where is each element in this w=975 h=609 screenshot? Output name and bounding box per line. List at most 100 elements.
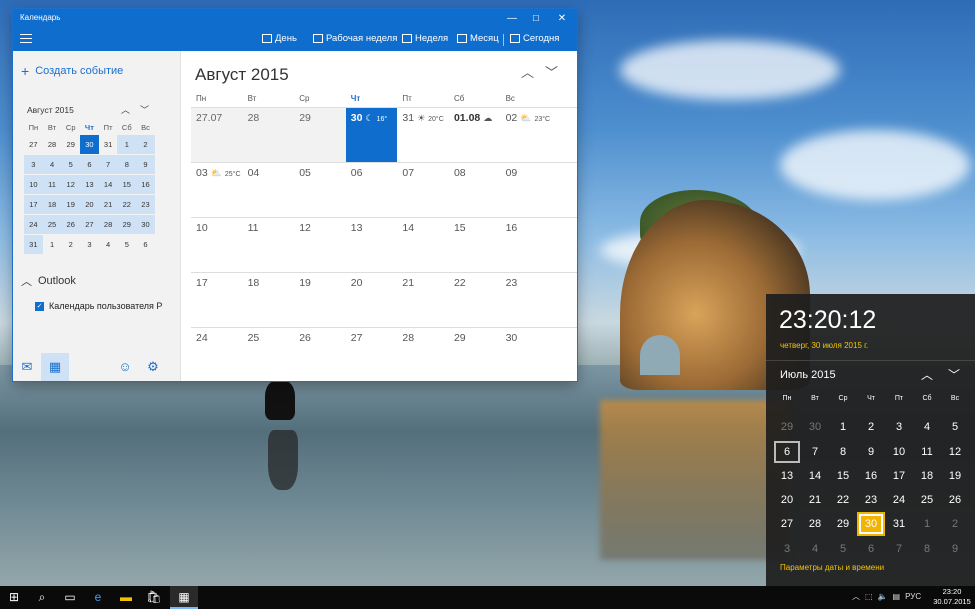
mini-day-cell[interactable]: 14 [98, 175, 118, 194]
mini-day-cell[interactable]: 1 [117, 135, 137, 154]
mini-day-cell[interactable]: 10 [24, 175, 43, 194]
day-cell[interactable]: 09 [501, 163, 553, 217]
flyout-day-cell[interactable]: 9 [857, 440, 885, 464]
mini-day-cell[interactable]: 20 [80, 195, 99, 214]
flyout-day-cell[interactable]: 22 [829, 488, 857, 512]
day-cell[interactable]: 27.07 [191, 108, 243, 162]
mini-day-cell[interactable]: 21 [98, 195, 118, 214]
flyout-prev-month-icon[interactable]: ︿ [921, 366, 933, 383]
flyout-day-cell[interactable]: 31 [885, 512, 913, 536]
day-cell[interactable]: 30 ☾ 16° [345, 108, 398, 162]
day-view-button[interactable]: День [262, 33, 297, 44]
language-indicator[interactable]: РУС [905, 592, 921, 601]
flyout-day-cell[interactable]: 30 [857, 512, 885, 537]
minimize-button[interactable]: — [499, 9, 525, 29]
mini-day-cell[interactable]: 29 [61, 135, 80, 154]
flyout-day-cell[interactable]: 15 [829, 464, 857, 488]
flyout-day-cell[interactable]: 8 [913, 537, 941, 561]
clock-date-link[interactable]: четверг, 30 июля 2015 г. [780, 341, 868, 350]
flyout-day-cell[interactable]: 7 [801, 440, 829, 464]
day-cell[interactable]: 26 [294, 328, 346, 382]
day-cell[interactable]: 05 [294, 163, 346, 217]
mini-next-month-icon[interactable]: ﹀ [140, 103, 149, 116]
day-cell[interactable]: 16 [501, 218, 553, 272]
mini-day-cell[interactable]: 19 [61, 195, 81, 214]
calendar-app-taskbar-icon[interactable]: ▦ [170, 586, 198, 609]
mini-prev-month-icon[interactable]: ︿ [121, 103, 130, 116]
mini-day-cell[interactable]: 2 [136, 135, 155, 154]
flyout-day-cell[interactable]: 28 [801, 512, 829, 536]
mini-day-cell[interactable]: 5 [61, 155, 81, 174]
calendar-window[interactable]: Календарь — ☐ ✕ День Рабочая неделя Неде… [13, 9, 577, 381]
flyout-day-cell[interactable]: 8 [829, 440, 857, 464]
mini-day-cell[interactable]: 24 [24, 215, 43, 234]
flyout-day-cell[interactable]: 20 [773, 488, 801, 512]
day-cell[interactable]: 03 ⛅ 25°C [191, 163, 243, 217]
day-cell[interactable]: 15 [449, 218, 501, 272]
day-cell[interactable]: 02 ⛅ 23°C [501, 108, 553, 162]
prev-month-icon[interactable]: ︿ [521, 62, 534, 81]
mini-day-cell[interactable]: 3 [80, 235, 99, 254]
flyout-day-cell[interactable]: 5 [941, 415, 969, 439]
day-cell[interactable]: 28 [397, 328, 449, 382]
flyout-day-cell[interactable]: 6 [773, 440, 801, 464]
calendar-icon[interactable]: ▦ [41, 353, 69, 381]
day-cell[interactable]: 21 [397, 273, 449, 327]
start-windows-icon[interactable]: ⊞ [0, 586, 28, 609]
day-cell[interactable]: 17 [191, 273, 243, 327]
flyout-day-cell[interactable]: 21 [801, 488, 829, 512]
today-button[interactable]: Сегодня [510, 33, 559, 44]
settings-gear-icon[interactable]: ⚙ [139, 353, 167, 381]
mini-day-cell[interactable]: 17 [24, 195, 43, 214]
mini-day-cell[interactable]: 18 [42, 195, 62, 214]
day-cell[interactable]: 01.08 ☁ [449, 108, 501, 162]
day-cell[interactable]: 28 [242, 108, 295, 162]
maximize-button[interactable]: ☐ [523, 9, 549, 29]
mini-day-cell[interactable]: 29 [117, 215, 137, 234]
flyout-day-cell[interactable]: 27 [773, 512, 801, 536]
flyout-day-cell[interactable]: 1 [829, 415, 857, 439]
flyout-next-month-icon[interactable]: ﹀ [948, 366, 960, 383]
volume-icon[interactable]: 🔈 [878, 592, 888, 601]
mini-day-cell[interactable]: 30 [80, 135, 99, 154]
mini-day-cell[interactable]: 3 [24, 155, 43, 174]
hamburger-menu-icon[interactable] [20, 34, 32, 44]
day-cell[interactable]: 14 [397, 218, 449, 272]
flyout-day-cell[interactable]: 2 [941, 512, 969, 536]
create-event-button[interactable]: + Создать событие [21, 64, 123, 78]
mini-day-cell[interactable]: 28 [98, 215, 118, 234]
mail-icon[interactable]: ✉ [13, 353, 41, 381]
flyout-day-cell[interactable]: 19 [941, 464, 969, 488]
mini-day-cell[interactable]: 31 [24, 235, 43, 254]
flyout-day-cell[interactable]: 9 [941, 537, 969, 561]
flyout-day-cell[interactable]: 7 [885, 537, 913, 561]
day-cell[interactable]: 25 [243, 328, 295, 382]
day-cell[interactable]: 29 [449, 328, 501, 382]
day-cell[interactable]: 10 [191, 218, 243, 272]
mini-day-cell[interactable]: 4 [99, 235, 118, 254]
flyout-day-cell[interactable]: 10 [885, 440, 913, 464]
day-cell[interactable]: 24 [191, 328, 243, 382]
mini-day-cell[interactable]: 13 [80, 175, 99, 194]
flyout-day-cell[interactable]: 4 [801, 537, 829, 561]
mini-day-cell[interactable]: 8 [117, 155, 137, 174]
outlook-account-toggle[interactable]: ︿ Outlook [21, 273, 76, 289]
mini-day-cell[interactable]: 27 [24, 135, 43, 154]
flyout-day-cell[interactable]: 1 [913, 512, 941, 536]
network-icon[interactable]: ⬚ [865, 592, 873, 601]
date-time-settings-link[interactable]: Параметры даты и времени [780, 563, 884, 572]
mini-day-cell[interactable]: 9 [136, 155, 155, 174]
day-cell[interactable]: 11 [243, 218, 295, 272]
mini-day-cell[interactable]: 4 [42, 155, 62, 174]
flyout-day-cell[interactable]: 11 [913, 440, 941, 464]
mini-day-cell[interactable]: 12 [61, 175, 81, 194]
title-bar[interactable]: Календарь — ☐ ✕ [13, 9, 577, 29]
feedback-smiley-icon[interactable]: ☺ [111, 353, 139, 381]
mini-day-cell[interactable]: 27 [80, 215, 99, 234]
flyout-day-cell[interactable]: 29 [829, 512, 857, 536]
mini-day-cell[interactable]: 15 [117, 175, 137, 194]
mini-day-cell[interactable]: 25 [42, 215, 62, 234]
mini-day-cell[interactable]: 22 [117, 195, 137, 214]
flyout-day-cell[interactable]: 3 [885, 415, 913, 439]
mini-day-cell[interactable]: 31 [99, 135, 118, 154]
